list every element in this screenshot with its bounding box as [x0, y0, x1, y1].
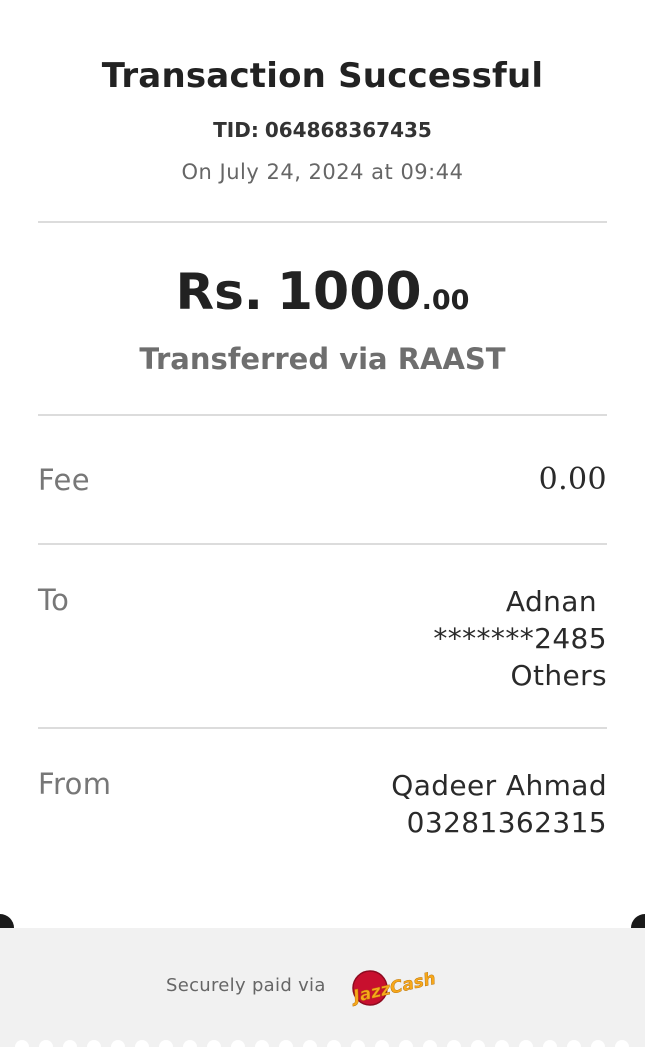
divider — [38, 543, 607, 545]
scallop — [519, 1040, 533, 1047]
amount-minor: .00 — [421, 285, 470, 316]
scallop — [135, 1040, 149, 1047]
scallop — [615, 1040, 629, 1047]
scallop — [351, 1040, 365, 1047]
scallop — [255, 1040, 269, 1047]
scallop — [279, 1040, 293, 1047]
sender-details: Qadeer Ahmad 03281362315 — [391, 767, 607, 841]
fee-label: Fee — [38, 463, 90, 497]
scallop — [159, 1040, 173, 1047]
sender-account: 03281362315 — [406, 806, 607, 839]
transaction-id: TID: 064868367435 — [0, 118, 645, 142]
divider — [38, 727, 607, 729]
scallop — [63, 1040, 77, 1047]
transaction-receipt: Transaction Successful TID: 064868367435 … — [0, 0, 645, 928]
scallop — [327, 1040, 341, 1047]
jazzcash-logo-icon: JazzCash — [348, 969, 437, 1008]
scallop — [15, 1040, 29, 1047]
scallop — [567, 1040, 581, 1047]
amount-major: 1000 — [276, 262, 422, 322]
to-label: To — [38, 583, 70, 617]
recipient-bank: Others — [510, 659, 607, 692]
tid-value: 064868367435 — [264, 118, 432, 142]
receipt-footer: Securely paid via JazzCash — [0, 928, 645, 1047]
scallop — [87, 1040, 101, 1047]
secure-payment-text: Securely paid via — [166, 975, 326, 996]
sender-name: Qadeer Ahmad — [391, 769, 607, 802]
tid-label: TID: — [213, 118, 259, 142]
divider — [38, 221, 607, 223]
scallop — [231, 1040, 245, 1047]
scallop — [591, 1040, 605, 1047]
divider — [38, 414, 607, 416]
scallop — [111, 1040, 125, 1047]
scallop — [39, 1040, 53, 1047]
transaction-datetime: On July 24, 2024 at 09:44 — [181, 160, 464, 184]
scallop — [303, 1040, 317, 1047]
amount-currency: Rs. — [175, 263, 263, 321]
recipient-details: Adnan *******2485 Others — [433, 583, 607, 694]
scallop — [495, 1040, 509, 1047]
scallop — [183, 1040, 197, 1047]
scallop — [207, 1040, 221, 1047]
fee-value: 0.00 — [538, 462, 607, 497]
scallop — [399, 1040, 413, 1047]
page-title: Transaction Successful — [101, 56, 544, 96]
recipient-name: Adnan — [505, 585, 597, 618]
receipt-scallop-edge — [0, 1040, 645, 1047]
scallop — [471, 1040, 485, 1047]
scallop — [375, 1040, 389, 1047]
transaction-amount: Rs. 1000.00 — [0, 262, 645, 322]
scallop — [447, 1040, 461, 1047]
scallop — [543, 1040, 557, 1047]
recipient-account: *******2485 — [433, 622, 607, 655]
transfer-method: Transferred via RAAST — [139, 342, 506, 376]
scallop — [423, 1040, 437, 1047]
from-label: From — [38, 767, 112, 801]
